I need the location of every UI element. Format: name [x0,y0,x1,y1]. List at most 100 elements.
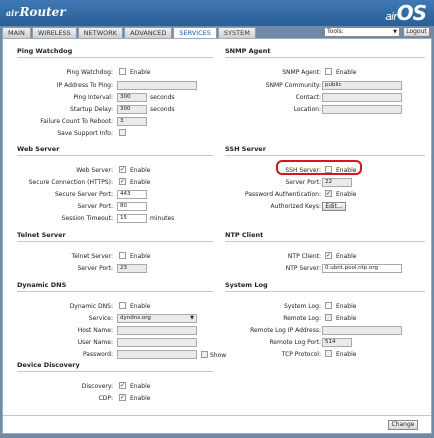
password-auth-label: Password Authentication: [245,191,321,198]
ping-watchdog-label: Ping Watchdog: [66,69,113,76]
ping-watchdog-checkbox[interactable] [119,68,126,75]
host-name-label: Host Name: [77,327,113,334]
show-password-checkbox[interactable] [201,351,208,358]
show-label: Show [210,352,227,359]
remote-log-checkbox[interactable] [325,314,332,321]
divider [17,371,213,372]
telnet-server-checkbox[interactable] [119,252,126,259]
enable-label: Enable [130,69,151,76]
snmp-community-input[interactable]: public [322,81,402,90]
ssh-server-title: SSH Server [225,145,266,153]
ntp-server-input[interactable]: 0.ubnt.pool.ntp.org [322,264,402,273]
divider [17,241,213,242]
dynamic-dns-title: Dynamic DNS [17,281,67,289]
remote-log-ip-input[interactable] [322,326,402,335]
web-port-input[interactable]: 80 [117,202,147,211]
location-label: Location: [293,106,321,113]
system-log-label: System Log: [283,303,321,310]
contact-input[interactable] [322,93,402,102]
ntp-client-label: NTP Client: [287,253,321,260]
airos-logo: airOS [385,1,427,25]
system-log-title: System Log [225,281,268,289]
web-server-checkbox[interactable]: ✓ [119,166,126,173]
web-port-label: Server Port: [77,203,114,210]
session-timeout-label: Session Timeout: [61,215,113,222]
brand-title: airRouter [6,5,66,19]
footer-divider [3,415,431,416]
remote-log-port-input[interactable]: 514 [322,338,352,347]
remote-log-ip-label: Remote Log IP Address: [250,327,321,334]
tcp-protocol-checkbox[interactable] [325,350,332,357]
change-button[interactable]: Change [388,420,418,430]
divider [225,241,425,242]
divider [17,155,213,156]
tab-advanced[interactable]: ADVANCED [124,27,173,38]
enable-label: Enable [130,253,151,260]
tab-system[interactable]: SYSTEM [217,27,256,38]
discovery-checkbox[interactable]: ✓ [119,382,126,389]
tools-dropdown[interactable]: Tools: ▼ [324,27,400,37]
ntp-client-checkbox[interactable]: ✓ [325,252,332,259]
ping-interval-label: Ping Interval: [73,94,113,101]
host-name-input[interactable] [117,326,197,335]
remote-log-label: Remote Log: [283,315,321,322]
startup-delay-input[interactable]: 300 [117,105,147,114]
ping-interval-input[interactable]: 300 [117,93,147,102]
ssh-port-input[interactable]: 22 [322,178,352,187]
failure-count-input[interactable]: 3 [117,117,147,126]
dynamic-dns-checkbox[interactable] [119,302,126,309]
tab-network[interactable]: NETWORK [77,27,124,38]
tcp-protocol-label: TCP Protocol: [281,351,321,358]
password-input[interactable] [117,350,197,359]
services-panel: Ping Watchdog Ping Watchdog: Enable IP A… [2,38,432,434]
enable-label: Enable [336,303,357,310]
ip-to-ping-input[interactable] [117,81,197,90]
enable-label: Enable [336,167,357,174]
system-log-checkbox[interactable] [325,302,332,309]
cdp-checkbox[interactable]: ✓ [119,394,126,401]
snmp-community-label: SNMP Community: [265,82,321,89]
enable-label: Enable [130,303,151,310]
seconds-unit: seconds [150,106,175,113]
service-select[interactable]: dyndns.org ▼ [117,314,197,323]
tab-wireless[interactable]: WIRELESS [31,27,77,38]
session-timeout-input[interactable]: 15 [117,214,147,223]
divider [17,291,213,292]
ssh-server-checkbox[interactable] [325,166,332,173]
dynamic-dns-label: Dynamic DNS: [69,303,113,310]
snmp-agent-checkbox[interactable] [325,68,332,75]
authorized-keys-label: Authorized Keys: [270,203,321,210]
telnet-port-input[interactable]: 23 [117,264,147,273]
web-server-label: Web Server: [76,167,113,174]
user-name-input[interactable] [117,338,197,347]
app-header: airRouter airOS [0,0,434,26]
enable-label: Enable [336,253,357,260]
remote-log-port-label: Remote Log Port: [269,339,321,346]
enable-label: Enable [130,383,151,390]
ntp-client-title: NTP Client [225,231,264,239]
enable-label: Enable [130,167,151,174]
https-checkbox[interactable]: ✓ [119,178,126,185]
enable-label: Enable [130,395,151,402]
divider [225,155,425,156]
device-discovery-title: Device Discovery [17,361,80,369]
chevron-down-icon: ▼ [393,29,397,35]
tab-main[interactable]: MAIN [2,27,31,38]
secure-port-input[interactable]: 443 [117,190,147,199]
logout-button[interactable]: Logout [403,27,430,37]
location-input[interactable] [322,105,402,114]
snmp-agent-label: SNMP Agent: [282,69,321,76]
edit-keys-button[interactable]: Edit... [322,202,346,211]
discovery-label: Discovery: [81,383,113,390]
secure-port-label: Secure Server Port: [54,191,113,198]
divider [17,57,213,58]
enable-label: Enable [336,69,357,76]
save-support-checkbox[interactable] [119,129,126,136]
web-server-title: Web Server [17,145,60,153]
minutes-unit: minutes [150,215,175,222]
password-label: Password: [82,351,113,358]
ping-watchdog-title: Ping Watchdog [17,47,73,55]
telnet-port-label: Server Port: [77,265,114,272]
password-auth-checkbox[interactable]: ✓ [325,190,332,197]
enable-label: Enable [130,179,151,186]
